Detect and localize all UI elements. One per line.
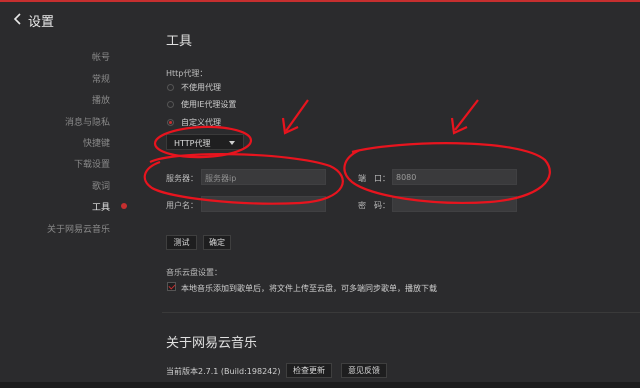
sidebar-item-download[interactable]: 下载设置 [74,157,110,170]
sidebar-item-account[interactable]: 帐号 [92,50,110,63]
cloud-upload-label: 本地音乐添加到歌单后，将文件上传至云盘，可多端同步歌单，播放下载 [181,284,437,293]
sidebar-item-about[interactable]: 关于网易云音乐 [47,222,110,235]
username-label: 用户名： [166,201,198,210]
radio-circle[interactable] [167,84,174,91]
password-input[interactable] [392,196,517,212]
radio-label: 不使用代理 [181,83,221,92]
cloud-upload-checkbox[interactable] [167,282,176,291]
cloud-settings-label: 音乐云盘设置： [166,268,222,277]
port-value: 8080 [396,173,417,182]
feedback-button[interactable]: 意见反馈 [341,363,387,378]
radio-label: 自定义代理 [181,118,221,127]
bottom-edge [0,382,640,388]
proxy-type-value: HTTP代理 [174,139,211,148]
port-input[interactable]: 8080 [392,169,517,185]
chevron-left-icon [13,13,21,25]
check-update-button[interactable]: 检查更新 [286,363,332,378]
username-input[interactable] [201,196,326,212]
test-button[interactable]: 测试 [166,235,197,250]
active-indicator-dot [121,203,127,209]
server-label: 服务器： [166,174,198,183]
radio-circle-checked[interactable] [167,119,174,126]
top-bar: 设置 [0,0,640,38]
radio-circle[interactable] [167,101,174,108]
about-section-title: 关于网易云音乐 [166,336,258,351]
proxy-type-select[interactable]: HTTP代理 [166,134,244,150]
password-label: 密 码： [358,201,390,210]
server-placeholder: 服务器ip [205,174,237,183]
version-text: 当前版本2.7.1 (Build:198242) [166,367,281,376]
settings-window: 设置 帐号 常规 播放 消息与隐私 快捷键 下载设置 歌词 工具 关于网易云音乐… [0,0,640,388]
sidebar-item-shortcuts[interactable]: 快捷键 [83,136,110,149]
sidebar-item-playback[interactable]: 播放 [92,93,110,106]
sidebar-item-tools[interactable]: 工具 [92,200,110,213]
server-input[interactable]: 服务器ip [201,169,326,185]
sidebar-item-general[interactable]: 常规 [92,72,110,85]
sidebar-item-privacy[interactable]: 消息与隐私 [65,115,110,128]
tools-section-title: 工具 [166,34,193,49]
caret-down-icon [229,141,235,145]
radio-label: 使用IE代理设置 [181,100,237,109]
back-button[interactable] [12,10,26,28]
settings-content: 工具 Http代理： 不使用代理 使用IE代理设置 自定义代理 HTTP代理 服… [140,34,640,388]
sidebar-item-lyrics[interactable]: 歌词 [92,179,110,192]
http-proxy-label: Http代理： [166,69,208,78]
port-label: 端 口： [358,174,390,183]
settings-sidebar: 帐号 常规 播放 消息与隐私 快捷键 下载设置 歌词 工具 关于网易云音乐 [0,36,140,388]
confirm-button[interactable]: 确定 [203,235,231,250]
page-title: 设置 [28,15,55,30]
section-divider [162,312,640,313]
